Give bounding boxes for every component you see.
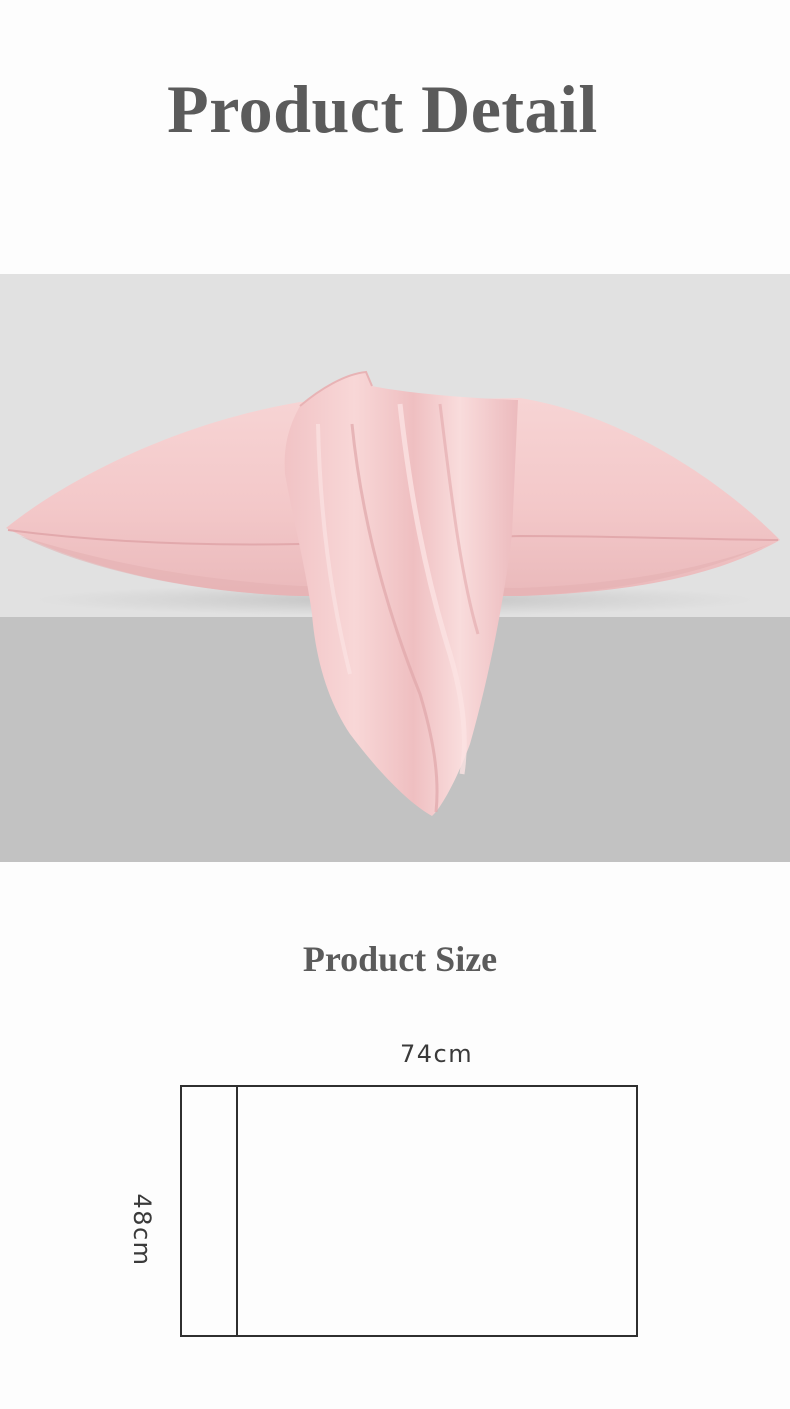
size-diagram: [180, 1085, 638, 1337]
pillowcase-image: [0, 274, 790, 862]
product-photo: [0, 274, 790, 862]
pillowcase-outline: [180, 1085, 638, 1337]
size-section-title: Product Size: [302, 939, 498, 979]
page-title: Product Detail: [167, 71, 598, 147]
